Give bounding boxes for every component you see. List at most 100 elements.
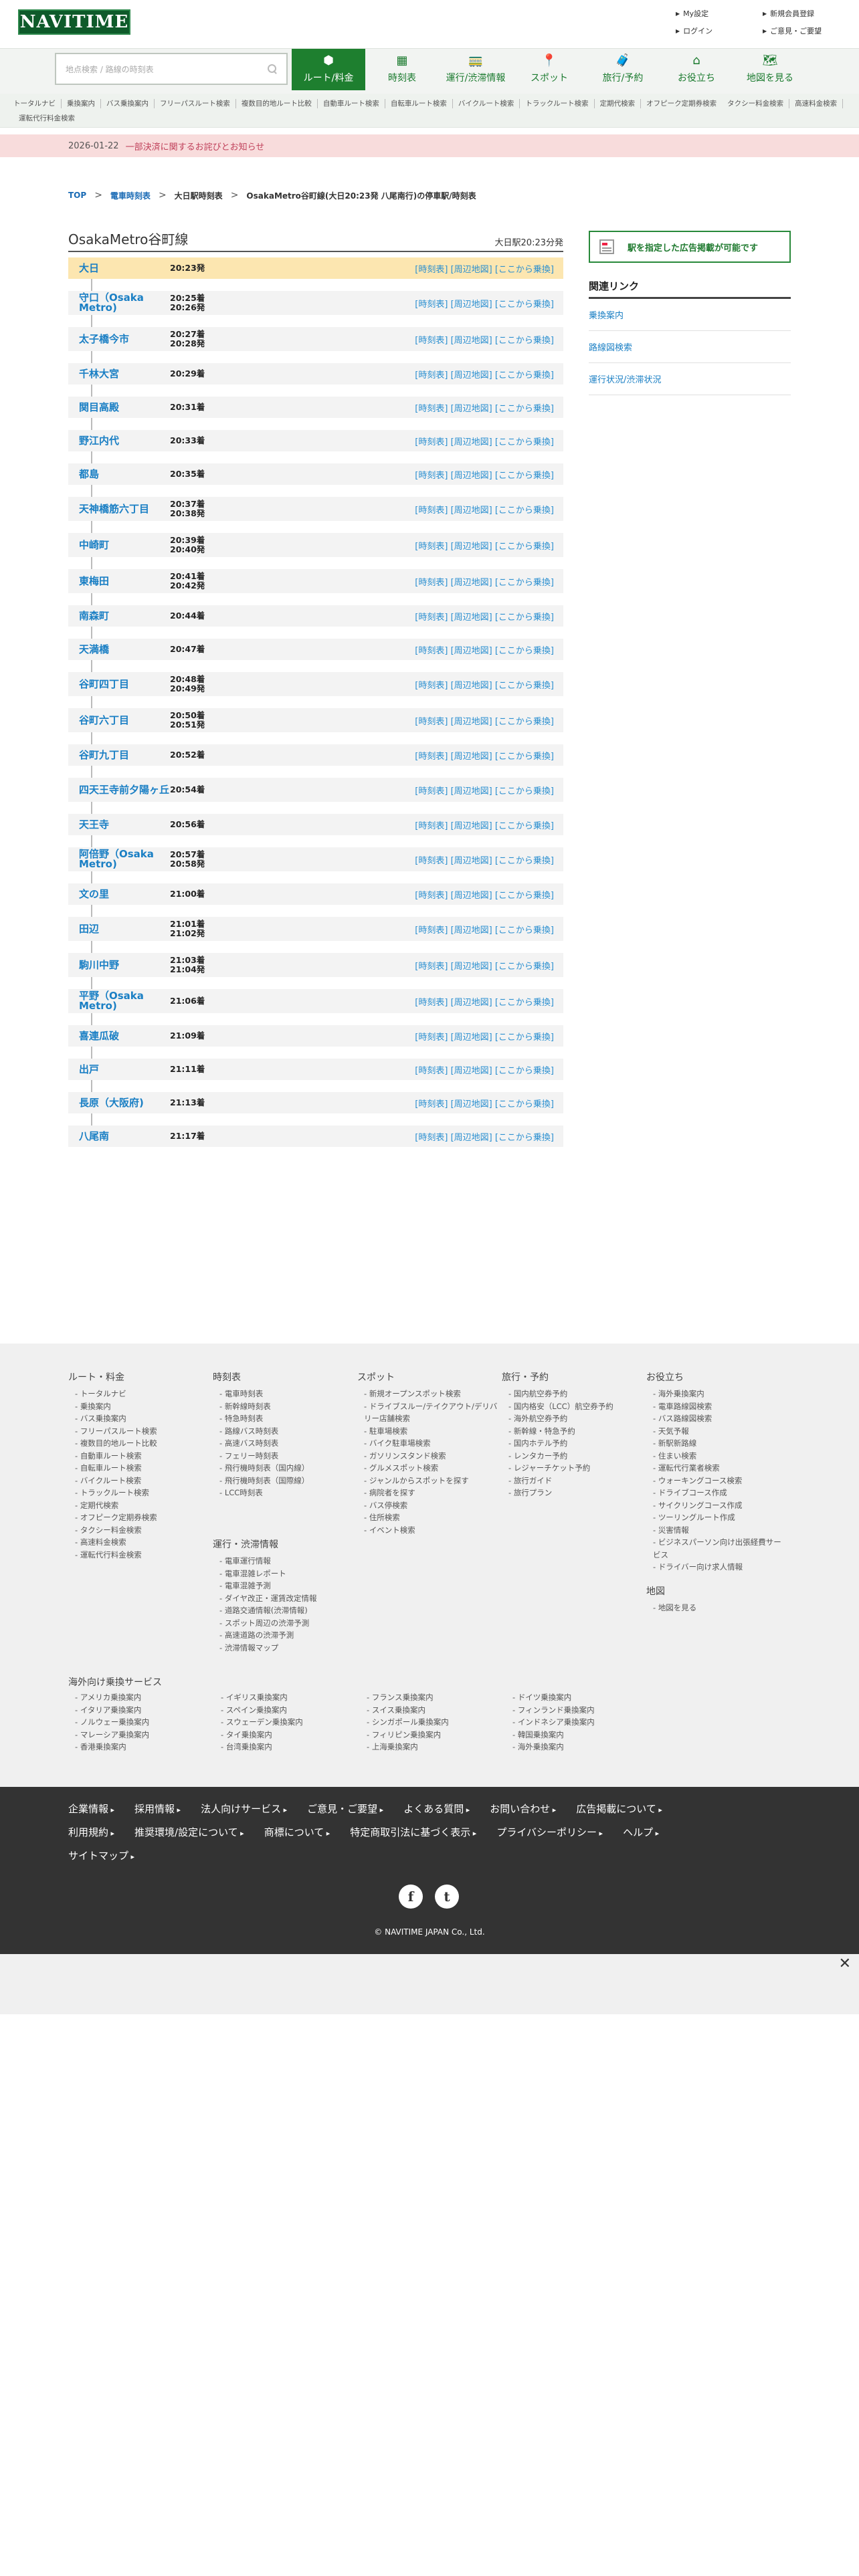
notice-banner[interactable]: 2026-01-22 一部決済に関するお詫びとお知らせ [0, 134, 859, 157]
footer-link[interactable]: 新規オープンスポット検索 [357, 1388, 498, 1400]
subnav-item[interactable]: オフピーク定期券検索 [641, 99, 722, 108]
footer-link[interactable]: バス乗換案内 [68, 1412, 209, 1425]
overseas-link[interactable]: インドネシア乗換案内 [512, 1716, 658, 1729]
footer-link[interactable]: バイク駐車場検索 [357, 1437, 498, 1450]
station-actions[interactable]: [時刻表] [周辺地図] [ここから乗換] [415, 1063, 554, 1076]
footer-link[interactable]: 電車混雑予測 [213, 1580, 353, 1592]
footer-link[interactable]: ビジネスパーソン向け出張経費サービス [646, 1536, 787, 1561]
footer-link[interactable]: 道路交通情報(渋滞情報) [213, 1604, 353, 1617]
footer-link[interactable]: 旅行プラン [502, 1487, 642, 1499]
footer-link[interactable]: 飛行機時刻表（国際線） [213, 1475, 353, 1487]
search-icon[interactable] [268, 64, 277, 74]
subnav-item[interactable]: 運転代行料金検索 [13, 114, 80, 123]
station-actions[interactable]: [時刻表] [周辺地図] [ここから乗換] [415, 539, 554, 552]
footer-bottom-link[interactable]: 利用規約 [68, 1825, 114, 1839]
subnav-item[interactable]: 自動車ルート検索 [318, 99, 385, 108]
login-link[interactable]: ▶ ログイン [676, 25, 763, 36]
station-actions[interactable]: [時刻表] [周辺地図] [ここから乗換] [415, 819, 554, 831]
station-actions[interactable]: [時刻表] [周辺地図] [ここから乗換] [415, 435, 554, 447]
footer-bottom-link[interactable]: よくある質問 [403, 1802, 470, 1816]
tab-6[interactable]: ⌂ お役立ち [660, 49, 733, 90]
station-link[interactable]: 駒川中野 [68, 960, 170, 970]
overseas-link[interactable]: アメリカ乗換案内 [75, 1691, 221, 1704]
footer-link[interactable]: 新幹線時刻表 [213, 1400, 353, 1413]
overseas-link[interactable]: イギリス乗換案内 [221, 1691, 367, 1704]
footer-bottom-link[interactable]: 広告掲載について [576, 1802, 662, 1816]
tab-2[interactable]: ▦ 時刻表 [365, 49, 439, 90]
station-link[interactable]: 千林大宮 [68, 368, 170, 379]
overseas-link[interactable]: フランス乗換案内 [367, 1691, 512, 1704]
subnav-item[interactable]: 高速料金検索 [789, 99, 844, 108]
station-actions[interactable]: [時刻表] [周辺地図] [ここから乗換] [415, 678, 554, 691]
station-actions[interactable]: [時刻表] [周辺地図] [ここから乗換] [415, 468, 554, 481]
station-actions[interactable]: [時刻表] [周辺地図] [ここから乗換] [415, 1130, 554, 1143]
facebook-icon[interactable]: f [399, 1885, 423, 1909]
station-actions[interactable]: [時刻表] [周辺地図] [ここから乗換] [415, 1030, 554, 1043]
station-actions[interactable]: [時刻表] [周辺地図] [ここから乗換] [415, 643, 554, 656]
footer-bottom-link[interactable]: お問い合わせ [490, 1802, 556, 1816]
footer-column-title[interactable]: 運行・渋滞情報 [213, 1537, 353, 1551]
footer-link[interactable]: フリーパスルート検索 [68, 1425, 209, 1438]
footer-link[interactable]: レジャーチケット予約 [502, 1462, 642, 1475]
footer-link[interactable]: 複数目的地ルート比較 [68, 1437, 209, 1450]
station-actions[interactable]: [時刻表] [周辺地図] [ここから乗換] [415, 1097, 554, 1109]
footer-link[interactable]: サイクリングコース作成 [646, 1499, 787, 1512]
overseas-link[interactable]: スウェーデン乗換案内 [221, 1716, 367, 1729]
station-link[interactable]: 中崎町 [68, 540, 170, 550]
station-link[interactable]: 天満橋 [68, 644, 170, 655]
station-actions[interactable]: [時刻表] [周辺地図] [ここから乗換] [415, 333, 554, 346]
station-link[interactable]: 文の里 [68, 889, 170, 899]
search-input[interactable]: 地点検索 / 路線の時刻表 [66, 64, 268, 75]
station-link[interactable]: 野江内代 [68, 435, 170, 446]
footer-link[interactable]: フェリー時刻表 [213, 1450, 353, 1463]
tab-4[interactable]: 📍 スポット [512, 49, 586, 90]
station-link[interactable]: 阿倍野（Osaka Metro) [68, 849, 170, 869]
overseas-link[interactable]: タイ乗換案内 [221, 1729, 367, 1741]
close-icon[interactable]: ✕ [839, 1955, 851, 1972]
tab-1[interactable]: ⬢ ルート/料金 [292, 49, 365, 90]
footer-link[interactable]: 旅行ガイド [502, 1475, 642, 1487]
footer-link[interactable]: 駐車場検索 [357, 1425, 498, 1438]
footer-link[interactable]: バイクルート検索 [68, 1475, 209, 1487]
ad-banner[interactable]: 駅を指定した広告掲載が可能です [589, 231, 791, 263]
station-link[interactable]: 出戸 [68, 1064, 170, 1075]
footer-link[interactable]: 高速料金検索 [68, 1536, 209, 1549]
footer-bottom-link[interactable]: 商標について [264, 1825, 330, 1839]
station-actions[interactable]: [時刻表] [周辺地図] [ここから乗換] [415, 853, 554, 866]
station-actions[interactable]: [時刻表] [周辺地図] [ここから乗換] [415, 610, 554, 623]
footer-link[interactable]: 国内航空券予約 [502, 1388, 642, 1400]
footer-link[interactable]: 特急時刻表 [213, 1412, 353, 1425]
related-link-status[interactable]: 運行状況/渋滞状況 [589, 363, 791, 395]
footer-link[interactable]: LCC時刻表 [213, 1487, 353, 1499]
footer-link[interactable]: 乗換案内 [68, 1400, 209, 1413]
footer-link[interactable]: 渋滞情報マップ [213, 1642, 353, 1654]
overseas-link[interactable]: 台湾乗換案内 [221, 1741, 367, 1753]
twitter-icon[interactable]: t [435, 1885, 459, 1909]
station-link[interactable]: 喜連瓜破 [68, 1031, 170, 1041]
footer-link[interactable]: 国内ホテル予約 [502, 1437, 642, 1450]
footer-bottom-link[interactable]: 企業情報 [68, 1802, 114, 1816]
footer-column-title[interactable]: 時刻表 [213, 1370, 353, 1384]
footer-link[interactable]: 飛行機時刻表（国内線） [213, 1462, 353, 1475]
station-link[interactable]: 谷町九丁目 [68, 750, 170, 760]
footer-link[interactable]: 災害情報 [646, 1524, 787, 1537]
footer-bottom-link[interactable]: 採用情報 [134, 1802, 181, 1816]
footer-link[interactable]: 電車運行情報 [213, 1555, 353, 1568]
footer-link[interactable]: 新幹線・特急予約 [502, 1425, 642, 1438]
subnav-item[interactable]: 乗換案内 [62, 99, 101, 108]
footer-link[interactable]: 高速道路の渋滞予測 [213, 1629, 353, 1642]
subnav-item[interactable]: トラックルート検索 [520, 99, 595, 108]
overseas-link[interactable]: シンガポール乗換案内 [367, 1716, 512, 1729]
footer-link[interactable]: トータルナビ [68, 1388, 209, 1400]
register-link[interactable]: ▶ 新規会員登録 [763, 8, 836, 19]
footer-link[interactable]: ドライブスルー/テイクアウト/デリバリー店舗検索 [357, 1400, 498, 1425]
station-actions[interactable]: [時刻表] [周辺地図] [ここから乗換] [415, 995, 554, 1008]
station-actions[interactable]: [時刻表] [周辺地図] [ここから乗換] [415, 959, 554, 972]
footer-link[interactable]: ダイヤ改正・運賃改定情報 [213, 1592, 353, 1605]
station-link[interactable]: 四天王寺前夕陽ヶ丘 [68, 784, 170, 795]
overseas-link[interactable]: スペイン乗換案内 [221, 1704, 367, 1717]
footer-link[interactable]: オフピーク定期券検索 [68, 1511, 209, 1524]
footer-link[interactable]: ガソリンスタンド検索 [357, 1450, 498, 1463]
overseas-link[interactable]: フィリピン乗換案内 [367, 1729, 512, 1741]
station-link[interactable]: 南森町 [68, 611, 170, 621]
